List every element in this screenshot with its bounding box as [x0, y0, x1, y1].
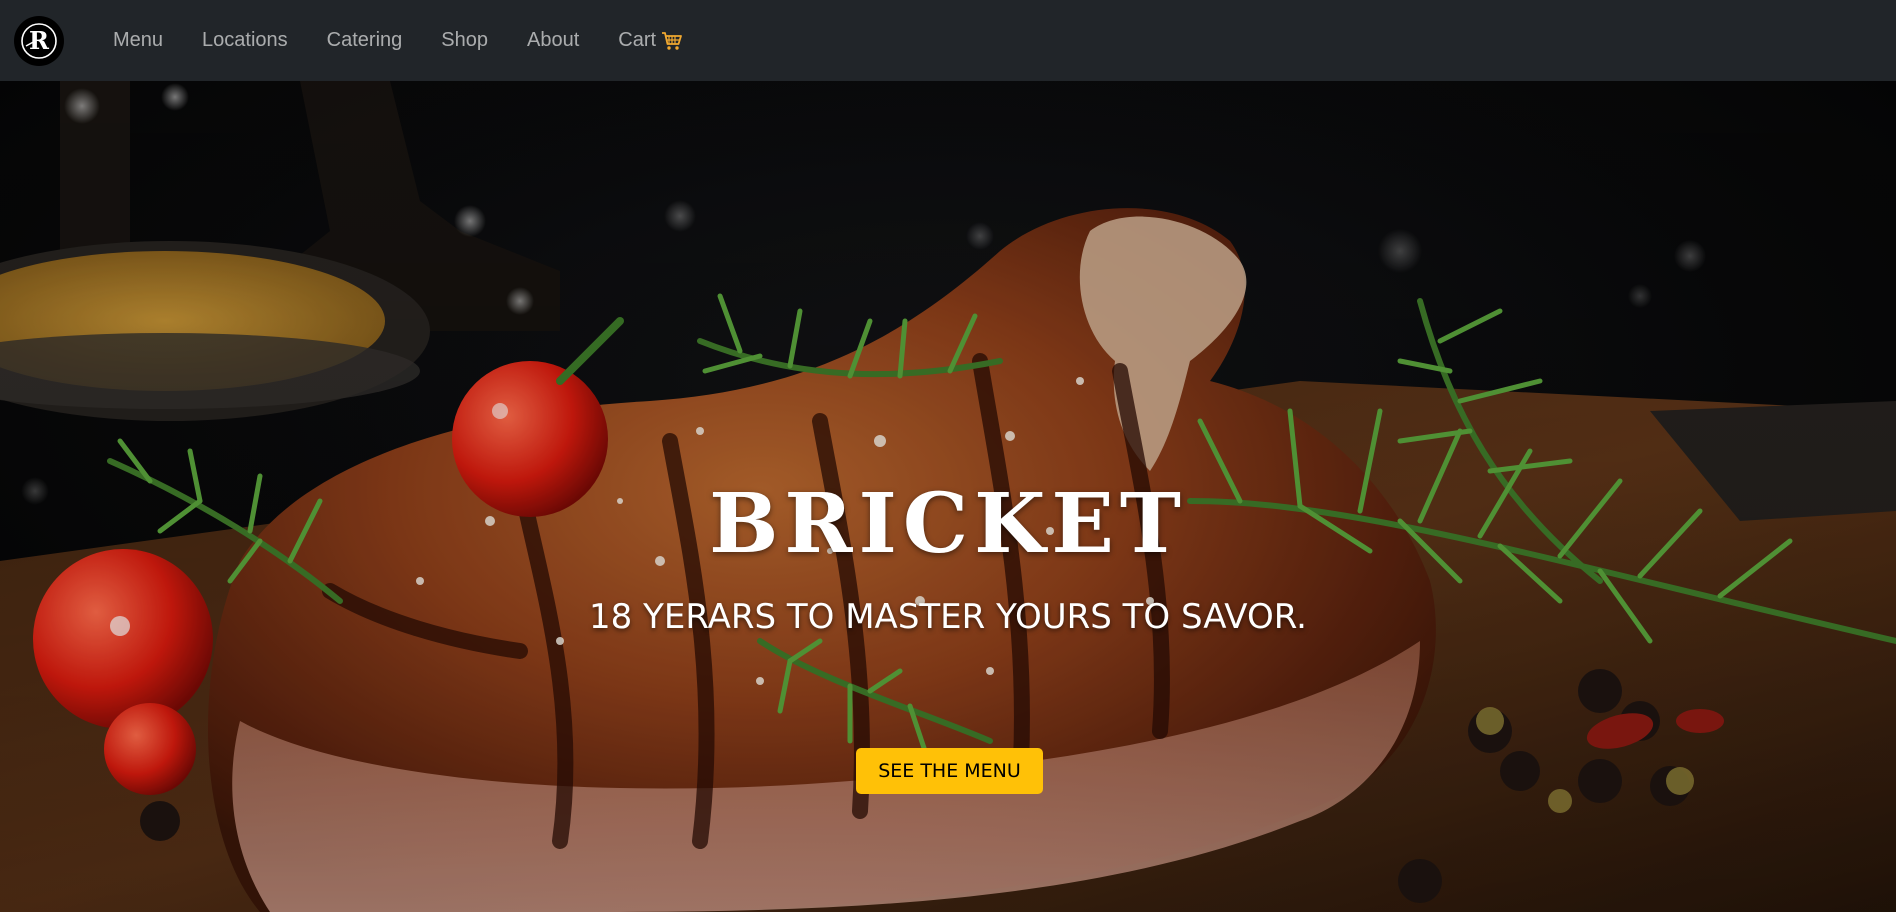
navbar: R Menu Locations Catering Shop About Car… [0, 0, 1896, 81]
nav-menu-label: Menu [113, 29, 164, 51]
nav-shop-link[interactable]: Shop [441, 29, 488, 52]
hero-title: BRICKET [709, 476, 1187, 572]
nav-cart-label: Cart [618, 29, 657, 51]
see-the-menu-label: SEE THE MENU [878, 760, 1021, 782]
nav-menu-link[interactable]: Menu [113, 29, 163, 52]
nav-links: Menu Locations Catering Shop About Cart [113, 0, 722, 81]
hero-section: BRICKET 18 YERARS TO MASTER YOURS TO SAV… [0, 81, 1896, 912]
hero-subtitle: 18 YERARS TO MASTER YOURS TO SAVOR. [589, 597, 1307, 637]
nav-shop-label: Shop [441, 29, 488, 51]
nav-cart-link[interactable]: Cart [618, 29, 683, 52]
brand-logo-icon: R [16, 18, 62, 64]
nav-locations-label: Locations [202, 29, 288, 51]
shopping-cart-icon [661, 31, 683, 51]
see-the-menu-button[interactable]: SEE THE MENU [856, 748, 1043, 794]
nav-about-link[interactable]: About [527, 29, 579, 52]
nav-catering-link[interactable]: Catering [327, 29, 403, 52]
brand-logo[interactable]: R [14, 16, 64, 66]
nav-locations-link[interactable]: Locations [202, 29, 288, 52]
nav-about-label: About [526, 29, 580, 51]
svg-text:R: R [29, 26, 50, 55]
nav-catering-label: Catering [326, 29, 403, 51]
